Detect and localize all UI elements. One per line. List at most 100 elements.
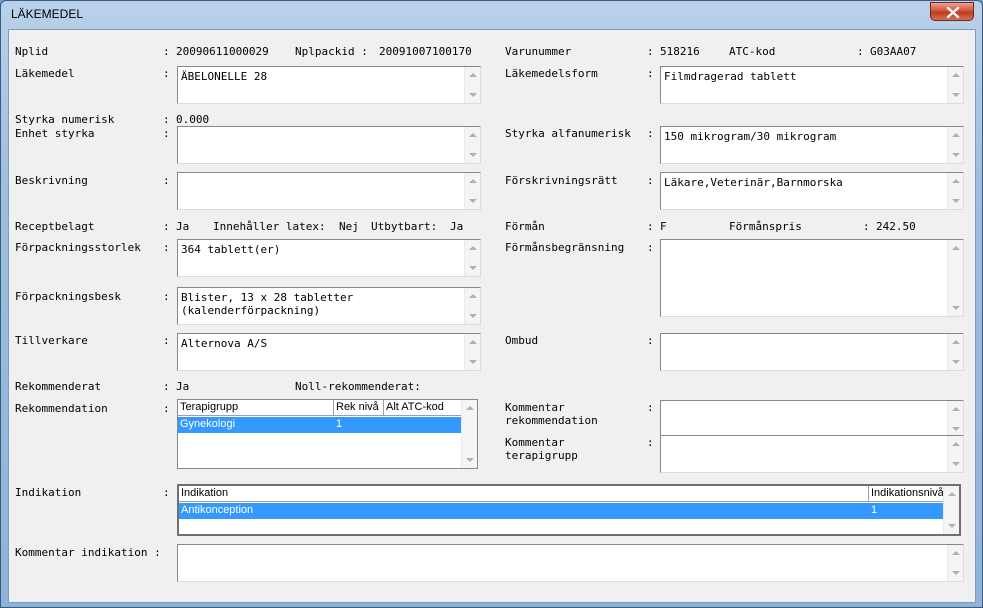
close-button[interactable] (930, 2, 974, 21)
forpackningsbesk-field[interactable]: Blister, 13 x 28 tabletter (kalenderförp… (177, 287, 481, 325)
beskrivning-scrollbar[interactable] (464, 173, 480, 209)
rekommenderat-label: Rekommenderat (15, 380, 102, 393)
table-row[interactable]: Antikonception 1 (179, 503, 945, 519)
enhet-styrka-colon: : (163, 127, 170, 140)
forman-colon: : (647, 220, 654, 233)
forpackningsstorlek-field[interactable]: 364 tablett(er) (177, 239, 481, 277)
title-bar[interactable]: LÄKEMEDEL (1, 1, 982, 27)
indikation-scrollbar[interactable] (943, 486, 959, 534)
scroll-down-icon (469, 199, 477, 203)
varunummer-colon: : (647, 45, 654, 58)
scroll-up-icon (952, 73, 960, 77)
lakemedel-scrollbar[interactable] (464, 67, 480, 103)
scroll-up-icon (466, 406, 474, 410)
scroll-down-icon (948, 524, 956, 528)
rekommendation-table[interactable]: Terapigrupp Rek nivå Alt ATC-kod Gynekol… (177, 399, 478, 469)
forpackningsbesk-colon: : (163, 290, 170, 303)
ind-header-indikation[interactable]: Indikation (179, 486, 869, 502)
scroll-down-icon (469, 360, 477, 364)
styrka-numerisk-value: 0.000 (176, 113, 210, 126)
ombud-colon: : (647, 334, 654, 347)
rek-header-alt-atc-kod[interactable]: Alt ATC-kod (384, 400, 462, 416)
tillverkare-field[interactable]: Alternova A/S (177, 333, 481, 371)
scroll-up-icon (469, 133, 477, 137)
forskrivningsratt-label: Förskrivningsrätt (505, 174, 618, 187)
main-window: LÄKEMEDEL Nplid : 20090611000029 Nplpack… (0, 0, 983, 608)
forpackningsstorlek-colon: : (163, 241, 170, 254)
lakemedelsform-field[interactable]: Filmdragerad tablett (660, 66, 964, 104)
ombud-scrollbar[interactable] (947, 334, 963, 370)
nplpackid-value: 20091007100170 (379, 45, 472, 58)
ind-cell-indikation: Antikonception (181, 504, 254, 516)
scroll-down-icon (469, 314, 477, 318)
styrka-alfa-scrollbar[interactable] (947, 127, 963, 163)
forpackningsbesk-label: Förpackningsbesk (15, 290, 121, 303)
ind-header-indikationsniva[interactable]: Indikationsnivå (869, 486, 945, 502)
forskrivningsratt-field[interactable]: Läkare,Veterinär,Barnmorska (660, 172, 964, 210)
utbytbart-value: Ja (450, 220, 464, 233)
scroll-down-icon (469, 266, 477, 270)
latex-label: Innehåller latex: (213, 220, 326, 233)
indikation-table[interactable]: Indikation Indikationsnivå Antikonceptio… (177, 484, 961, 536)
formansbegransning-scrollbar[interactable] (947, 240, 963, 316)
kommentar-terapigrupp-colon: : (647, 436, 654, 449)
formansbegransning-colon: : (647, 241, 654, 254)
varunummer-value: 518216 (660, 45, 700, 58)
rek-header-terapigrupp[interactable]: Terapigrupp (178, 400, 334, 416)
scroll-up-icon (952, 246, 960, 250)
forskrivningsratt-scrollbar[interactable] (947, 173, 963, 209)
kommentar-rekommendation-field[interactable] (660, 400, 964, 438)
noll-rekommenderat-label: Noll-rekommenderat: (295, 380, 421, 393)
styrka-alfa-field[interactable]: 150 mikrogram/30 mikrogram (660, 126, 964, 164)
lakemedel-colon: : (163, 67, 170, 80)
tillverkare-colon: : (163, 334, 170, 347)
utbytbart-label: Utbytbart: (371, 220, 438, 233)
kommentar-terapigrupp-field[interactable] (660, 435, 964, 473)
forpackningsbesk-value: Blister, 13 x 28 tabletter (kalenderförp… (181, 291, 354, 317)
beskrivning-field[interactable] (177, 172, 481, 210)
scroll-down-icon (952, 360, 960, 364)
ombud-label: Ombud (505, 334, 539, 347)
formansbegransning-field[interactable] (660, 239, 964, 317)
kommentar-indikation-scrollbar[interactable] (947, 545, 963, 581)
formansbegransning-label: Förmånsbegränsning (505, 241, 625, 254)
indikation-label: Indikation (15, 486, 82, 499)
kommentar-terapigrupp-scrollbar[interactable] (947, 436, 963, 472)
forpackningsstorlek-label: Förpackningsstorlek (15, 241, 141, 254)
lakemedelsform-scrollbar[interactable] (947, 67, 963, 103)
window-title: LÄKEMEDEL (11, 7, 84, 21)
ombud-field[interactable] (660, 333, 964, 371)
kommentar-indikation-field[interactable] (177, 544, 964, 582)
tillverkare-scrollbar[interactable] (464, 334, 480, 370)
styrka-alfa-colon: : (647, 127, 654, 140)
tillverkare-label: Tillverkare (15, 334, 88, 347)
lakemedel-field[interactable]: ÄBELONELLE 28 (177, 66, 481, 104)
kommentar-rekommendation-colon: : (647, 401, 654, 414)
nplid-value: 20090611000029 (176, 45, 269, 58)
scroll-up-icon (469, 179, 477, 183)
table-row[interactable]: Gynekologi 1 (178, 417, 462, 433)
kommentar-terapigrupp-label: Kommentar terapigrupp (505, 436, 578, 462)
rek-cell-terapigrupp: Gynekologi (180, 418, 236, 430)
scroll-down-icon (952, 199, 960, 203)
rek-cell-alt-atc-kod (384, 417, 386, 433)
forskrivningsratt-colon: : (647, 174, 654, 187)
enhet-styrka-field[interactable] (177, 126, 481, 164)
beskrivning-label: Beskrivning (15, 174, 88, 187)
receptbelagt-value: Ja (176, 220, 190, 233)
kommentar-rekommendation-scrollbar[interactable] (947, 401, 963, 437)
rek-header-rek-niva[interactable]: Rek nivå (334, 400, 384, 416)
enhet-styrka-scrollbar[interactable] (464, 127, 480, 163)
scroll-up-icon (948, 492, 956, 496)
rekommenderat-colon: : (163, 380, 170, 393)
rekommendation-scrollbar[interactable] (461, 400, 477, 468)
tillverkare-value: Alternova A/S (181, 337, 268, 350)
forpackningsstorlek-scrollbar[interactable] (464, 240, 480, 276)
scroll-down-icon (469, 93, 477, 97)
scroll-down-icon (952, 153, 960, 157)
scroll-down-icon (952, 306, 960, 310)
formanspris-colon: : (863, 220, 870, 233)
styrka-numerisk-label: Styrka numerisk (15, 113, 115, 126)
ind-cell-indikationsniva: 1 (871, 504, 878, 516)
forpackningsbesk-scrollbar[interactable] (464, 288, 480, 324)
